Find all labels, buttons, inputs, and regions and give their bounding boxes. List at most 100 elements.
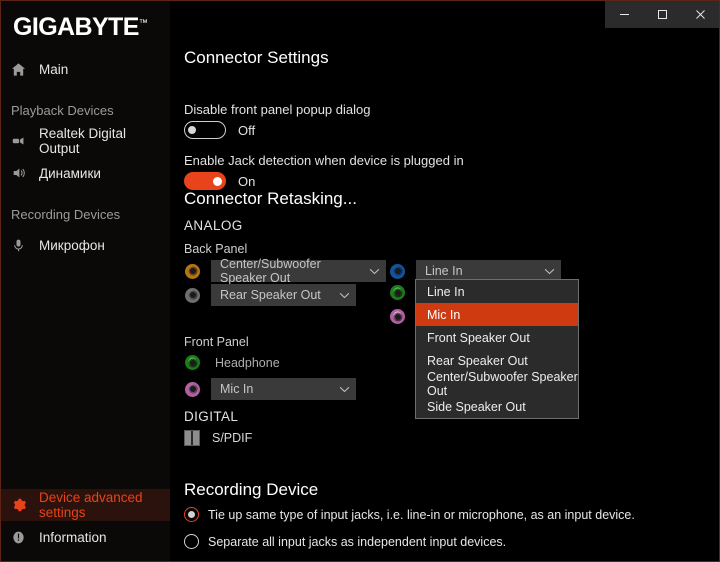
back-panel-label: Back Panel: [184, 242, 248, 256]
sidebar-header-playback: Playback Devices: [11, 102, 114, 118]
back-panel-combo-2[interactable]: Rear Speaker Out: [211, 284, 356, 306]
jack-hole: [189, 386, 196, 392]
jack-hole: [189, 359, 196, 366]
disable-front-panel-popup-toggle[interactable]: [184, 121, 226, 139]
back-panel-combo-1-value: Center/Subwoofer Speaker Out: [220, 257, 321, 285]
connector-dropdown-menu[interactable]: Line In Mic In Front Speaker Out Rear Sp…: [415, 279, 579, 419]
jack-hole: [394, 313, 401, 320]
dropdown-option-line-in[interactable]: Line In: [416, 280, 578, 303]
disable-front-panel-popup-state: Off: [238, 122, 256, 138]
jack-hole: [189, 292, 196, 298]
dropdown-option-line-in-label: Line In: [427, 284, 465, 299]
dropdown-option-rear-speaker-out-label: Rear Speaker Out: [427, 353, 528, 368]
toggle-knob: [188, 126, 196, 134]
jack-indicator-orange: [184, 262, 201, 280]
jack-hole: [189, 268, 196, 274]
jack-indicator-green: [389, 284, 406, 301]
sidebar-item-realtek-digital-output-label: Realtek Digital Output: [39, 126, 127, 156]
maximize-button[interactable]: [643, 1, 681, 28]
analog-label: ANALOG: [184, 218, 243, 233]
jack-indicator-gray: [184, 286, 201, 304]
back-panel-jack-row-4: [389, 284, 406, 301]
spdif-icon: [184, 430, 200, 446]
dropdown-option-side-speaker-out-label: Side Speaker Out: [427, 399, 526, 414]
spdif-row: S/PDIF: [184, 430, 252, 446]
front-panel-combo-1-value: Mic In: [220, 382, 254, 396]
dropdown-option-mic-in-label: Mic In: [427, 307, 461, 322]
trademark-symbol: ™: [138, 17, 148, 28]
dropdown-option-center-subwoofer-speaker-out[interactable]: Center/Subwoofer Speaker Out: [416, 369, 578, 398]
jack-hole: [394, 289, 401, 296]
recording-device-title: Recording Device: [184, 480, 319, 499]
disable-front-panel-popup-label: Disable front panel popup dialog: [184, 102, 371, 117]
recording-device-option-2-label: Separate all input jacks as independent …: [208, 534, 507, 549]
nav-spacer-2: [1, 189, 170, 199]
dropdown-option-side-speaker-out[interactable]: Side Speaker Out: [416, 395, 578, 418]
close-button[interactable]: [681, 1, 719, 28]
jack-indicator-pink: [389, 308, 406, 325]
radio-tie-up-jacks[interactable]: [184, 507, 199, 522]
info-icon: [11, 530, 33, 545]
nav-spacer-1: [1, 85, 170, 95]
jack-hole: [394, 268, 401, 274]
gigabyte-logo-text: GIGABYTE: [13, 13, 139, 41]
chevron-down-icon: [339, 288, 350, 302]
back-panel-combo-3-value: Line In: [425, 264, 463, 278]
realtek-audio-console-window: GIGABYTE™ Main Playback Devices Realtek …: [0, 0, 720, 562]
dropdown-option-mic-in[interactable]: Mic In: [416, 303, 578, 326]
main-content: Connector Settings Disable front panel p…: [170, 28, 719, 561]
sidebar-item-speakers[interactable]: Динамики: [1, 157, 170, 189]
sidebar-header-recording: Recording Devices: [11, 206, 121, 222]
home-icon: [11, 62, 33, 77]
front-panel-jack-row-2: Mic In: [184, 378, 356, 400]
digital-output-icon: [11, 133, 33, 149]
front-panel-jack-row-1: Headphone: [184, 354, 280, 371]
front-panel-headphone-label: Headphone: [215, 355, 280, 370]
front-panel-combo-1[interactable]: Mic In: [211, 378, 356, 400]
jack-indicator-blue: [389, 262, 406, 280]
gear-icon: [11, 497, 33, 513]
sidebar-item-device-advanced-settings-label: Device advanced settings: [39, 490, 143, 520]
sidebar-item-main[interactable]: Main: [1, 53, 170, 85]
dropdown-option-front-speaker-out[interactable]: Front Speaker Out: [416, 326, 578, 349]
digital-label: DIGITAL: [184, 409, 239, 424]
enable-jack-detection-label: Enable Jack detection when device is plu…: [184, 153, 464, 168]
recording-device-option-2[interactable]: Separate all input jacks as independent …: [184, 534, 506, 549]
enable-jack-detection-row: On: [184, 172, 255, 190]
jack-indicator-pink: [184, 380, 201, 398]
chevron-down-icon: [544, 264, 555, 278]
enable-jack-detection-toggle[interactable]: [184, 172, 226, 190]
sidebar-nav: Main Playback Devices Realtek Digital Ou…: [1, 53, 170, 261]
sidebar-item-information[interactable]: Information: [1, 521, 170, 553]
dropdown-option-center-subwoofer-speaker-out-label: Center/Subwoofer Speaker Out: [427, 369, 578, 398]
chevron-down-icon: [339, 382, 350, 396]
sidebar-item-main-label: Main: [39, 61, 69, 77]
microphone-icon: [11, 238, 33, 253]
front-panel-label: Front Panel: [184, 335, 249, 349]
connector-retasking-title: Connector Retasking...: [184, 189, 357, 208]
back-panel-jack-row-2: Rear Speaker Out: [184, 284, 356, 306]
chevron-down-icon: [369, 264, 380, 278]
minimize-button[interactable]: [605, 1, 643, 28]
disable-front-panel-popup-row: Off: [184, 121, 255, 139]
back-panel-jack-row-5: [389, 308, 406, 325]
recording-device-option-1-label: Tie up same type of input jacks, i.e. li…: [208, 507, 635, 522]
toggle-knob: [213, 177, 222, 186]
sidebar-item-realtek-digital-output[interactable]: Realtek Digital Output: [1, 125, 170, 157]
spdif-label: S/PDIF: [212, 431, 253, 445]
sidebar-item-device-advanced-settings[interactable]: Device advanced settings: [1, 489, 170, 521]
speaker-icon: [11, 165, 33, 181]
recording-device-option-1[interactable]: Tie up same type of input jacks, i.e. li…: [184, 507, 635, 522]
sidebar-item-microphone[interactable]: Микрофон: [1, 229, 170, 261]
radio-dot: [188, 511, 195, 518]
gigabyte-logo: GIGABYTE™: [13, 13, 148, 42]
jack-indicator-green: [184, 354, 201, 371]
back-panel-combo-2-value: Rear Speaker Out: [220, 288, 321, 302]
radio-separate-jacks[interactable]: [184, 534, 199, 549]
enable-jack-detection-state: On: [238, 173, 256, 189]
sidebar-item-information-label: Information: [39, 529, 107, 545]
sidebar-bottom-nav: Device advanced settings Information: [1, 489, 170, 553]
back-panel-combo-1[interactable]: Center/Subwoofer Speaker Out: [211, 257, 386, 285]
back-panel-jack-row-1: Center/Subwoofer Speaker Out: [184, 257, 386, 285]
sidebar: GIGABYTE™ Main Playback Devices Realtek …: [1, 1, 170, 561]
